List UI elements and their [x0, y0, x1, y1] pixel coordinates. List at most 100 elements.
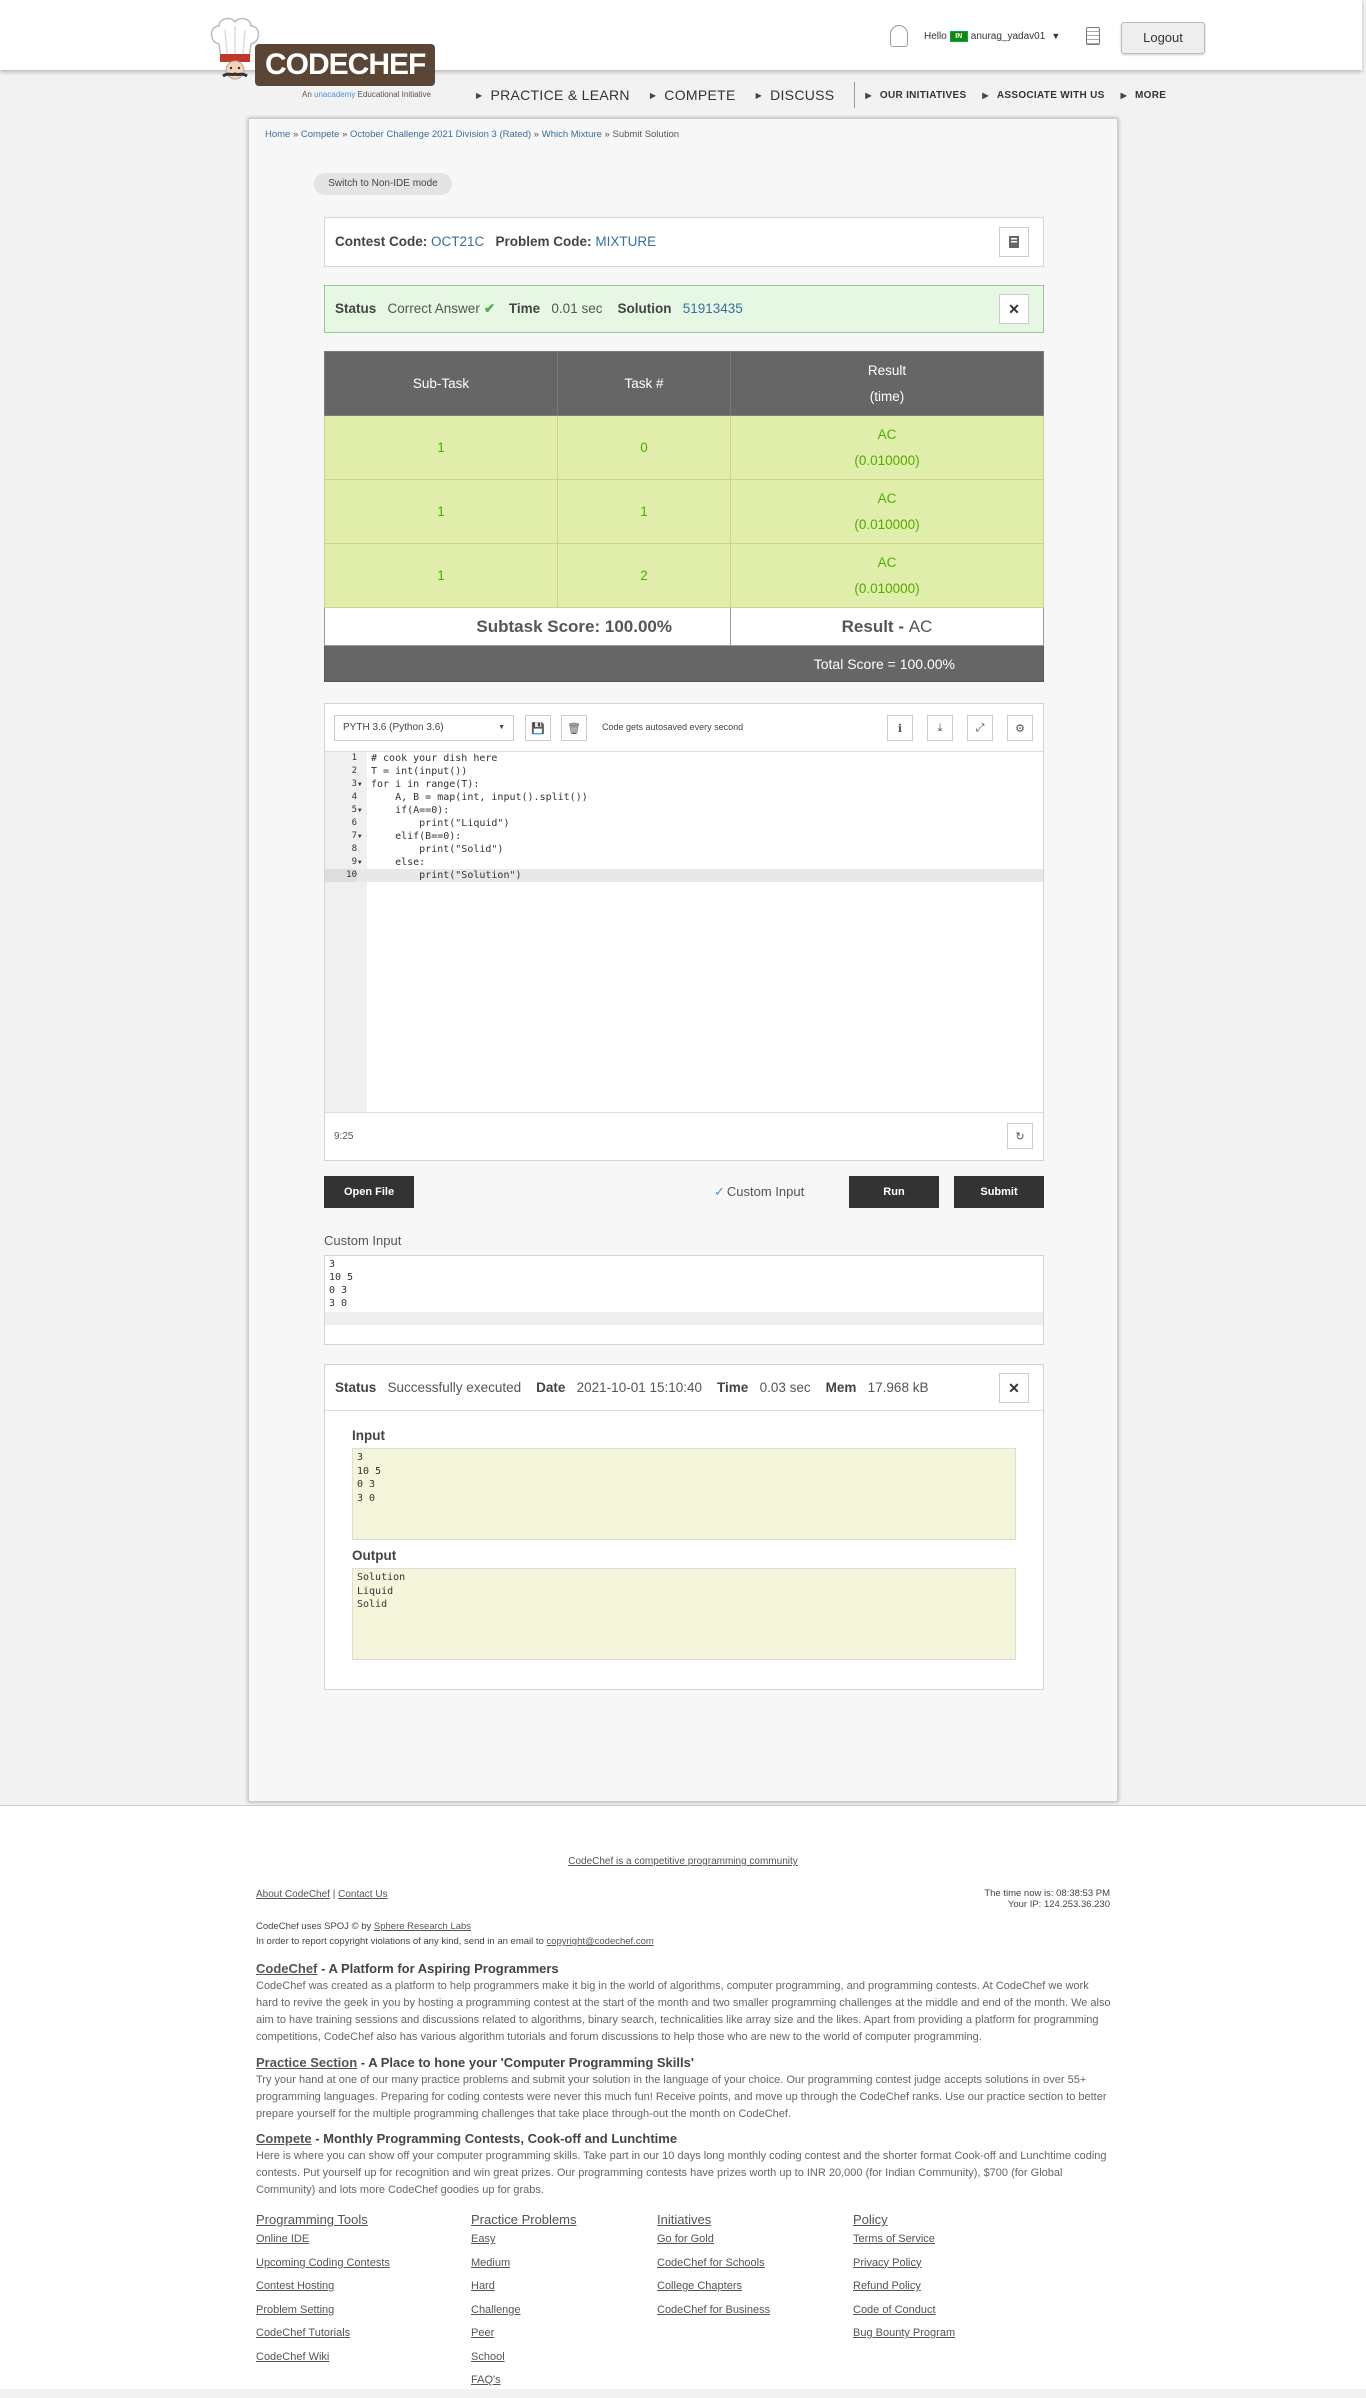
fold-arrow-icon[interactable]: ▼	[358, 804, 362, 817]
nav-more[interactable]: ▶ MORE	[1121, 90, 1167, 101]
code-line: 1 # cook your dish here	[351, 753, 498, 764]
switch-mode-button[interactable]: Switch to Non-IDE mode	[314, 173, 452, 195]
codechef-logo[interactable]: CODECHEF An unacademy Educational Initia…	[205, 14, 436, 100]
breadcrumb-home[interactable]: Home	[265, 129, 290, 140]
footer-link[interactable]: Online IDE	[256, 2233, 436, 2257]
footer-link[interactable]: Problem Setting	[256, 2304, 436, 2328]
about-link[interactable]: About CodeChef	[256, 1889, 330, 1900]
footer-link[interactable]: School	[471, 2351, 651, 2375]
logout-button[interactable]: Logout	[1121, 22, 1205, 54]
input-box: 3 10 5 0 3 3 0	[352, 1448, 1016, 1540]
site-header: CODECHEF An unacademy Educational Initia…	[0, 0, 1362, 99]
footer-link[interactable]: Go for Gold	[657, 2233, 837, 2257]
footer-link[interactable]: Code of Conduct	[853, 2304, 1033, 2328]
notification-icon[interactable]	[1086, 27, 1101, 45]
settings-button[interactable]: ⚙	[1007, 715, 1033, 741]
contest-code[interactable]: OCT21C	[431, 234, 484, 249]
table-header-row: Sub-Task Task # Result (time)	[324, 351, 1044, 416]
breadcrumb-problem[interactable]: Which Mixture	[542, 129, 602, 140]
cell-result: AC (0.010000)	[730, 479, 1044, 544]
submit-button[interactable]: Submit	[954, 1176, 1044, 1208]
fold-arrow-icon[interactable]: ▼	[358, 830, 362, 843]
section-title-link[interactable]: CodeChef	[256, 1961, 317, 1976]
copyright-email-link[interactable]: copyright@codechef.com	[546, 1936, 653, 1947]
language-select[interactable]: PYTH 3.6 (Python 3.6) ▼	[334, 715, 514, 741]
run-date-label: Date	[536, 1380, 566, 1395]
footer-link[interactable]: CodeChef for Business	[657, 2304, 837, 2328]
user-menu[interactable]: Hello IN anurag_yadav01 ▼	[890, 24, 1101, 48]
footer-link[interactable]: Refund Policy	[853, 2280, 1033, 2304]
nav-associate[interactable]: ▶ ASSOCIATE WITH US	[982, 90, 1104, 101]
cell-subtask: 1	[324, 415, 558, 480]
footer-link[interactable]: Upcoming Coding Contests	[256, 2257, 436, 2281]
section-title-link[interactable]: Practice Section	[256, 2055, 357, 2070]
footer-link[interactable]: Easy	[471, 2233, 651, 2257]
info-button[interactable]: ℹ	[887, 715, 913, 741]
open-file-button[interactable]: Open File	[324, 1176, 414, 1208]
close-status-button[interactable]: ✕	[999, 294, 1029, 324]
spoj-link[interactable]: Sphere Research Labs	[374, 1921, 471, 1932]
nav-practice[interactable]: ▶ PRACTICE & LEARN	[476, 87, 630, 103]
footer-link[interactable]: Terms of Service	[853, 2233, 1033, 2257]
run-status-label: Status	[335, 1380, 377, 1395]
nav-discuss[interactable]: ▶ DISCUSS	[756, 87, 835, 103]
fold-arrow-icon[interactable]: ▼	[358, 856, 362, 869]
user-avatar-icon	[890, 25, 908, 47]
section-title-link[interactable]: Compete	[256, 2131, 312, 2146]
custom-input-checkbox[interactable]: ✓ Custom Input	[714, 1184, 804, 1200]
footer-section-codechef: CodeChef - A Platform for Aspiring Progr…	[256, 1961, 1112, 2046]
fold-arrow-icon[interactable]: ▼	[358, 778, 362, 791]
chevron-down-icon[interactable]: ▼	[1051, 31, 1060, 41]
table-row: 1 0 AC (0.010000)	[324, 415, 1044, 480]
run-button[interactable]: Run	[849, 1176, 939, 1208]
save-code-button[interactable]: 💾	[525, 715, 551, 741]
close-icon: ✕	[1008, 301, 1020, 317]
close-run-result-button[interactable]: ✕	[999, 1373, 1029, 1403]
breadcrumb-contest[interactable]: October Challenge 2021 Division 3 (Rated…	[350, 129, 531, 140]
delete-code-button[interactable]: 🗑	[561, 715, 587, 741]
breadcrumb-compete[interactable]: Compete	[301, 129, 340, 140]
cell-result: AC (0.010000)	[730, 415, 1044, 480]
output-box: Solution Liquid Solid	[352, 1568, 1016, 1660]
reset-code-button[interactable]: ↻	[1007, 1123, 1033, 1149]
editor-toolbar: PYTH 3.6 (Python 3.6) ▼ 💾 🗑 Code gets aut…	[325, 704, 1043, 752]
run-mem-value: 17.968 kB	[867, 1380, 929, 1395]
footer-link[interactable]: CodeChef Wiki	[256, 2351, 436, 2375]
col-title: Programming Tools	[256, 2212, 368, 2227]
run-date-value: 2021-10-01 15:10:40	[576, 1380, 703, 1395]
total-score: Total Score = 100.00%	[324, 645, 1044, 682]
expand-icon: ⤢	[975, 721, 985, 734]
table-row: 1 1 AC (0.010000)	[324, 479, 1044, 544]
custom-input-textarea[interactable]: 3 10 5 0 3 3 0	[324, 1255, 1044, 1345]
problem-statement-button[interactable]	[999, 227, 1029, 257]
solution-id-link[interactable]: 51913435	[683, 301, 743, 316]
contact-link[interactable]: Contact Us	[338, 1889, 387, 1900]
fullscreen-button[interactable]: ⤢	[967, 715, 993, 741]
nav-compete[interactable]: ▶ COMPETE	[650, 87, 736, 103]
footer-link[interactable]: Bug Bounty Program	[853, 2327, 1033, 2351]
footer-link[interactable]: CodeChef Tutorials	[256, 2327, 436, 2351]
gear-icon: ⚙	[1015, 722, 1025, 735]
nav-initiatives[interactable]: ▶ OUR INITIATIVES	[865, 90, 966, 101]
col-subtask: Sub-Task	[324, 351, 558, 416]
footer-link[interactable]: College Chapters	[657, 2280, 837, 2304]
footer-link[interactable]: Hard	[471, 2280, 651, 2304]
footer-link[interactable]: Challenge	[471, 2304, 651, 2328]
footer-link[interactable]: Peer	[471, 2327, 651, 2351]
footer-link[interactable]: Contest Hosting	[256, 2280, 436, 2304]
download-button[interactable]: ⤓	[927, 715, 953, 741]
username[interactable]: anurag_yadav01	[971, 31, 1046, 42]
spoj-info: CodeChef uses SPOJ © by Sphere Research …	[256, 1921, 654, 1947]
code-textarea[interactable]: 1 # cook your dish here 2T = int(input())…	[325, 752, 1043, 1112]
cell-subtask: 1	[324, 543, 558, 608]
site-footer: CodeChef is a competitive programming co…	[0, 1805, 1366, 2389]
footer-link[interactable]: FAQ's	[471, 2374, 651, 2398]
footer-link[interactable]: CodeChef for Schools	[657, 2257, 837, 2281]
code-line: 2T = int(input())	[351, 766, 468, 777]
problem-code[interactable]: MIXTURE	[595, 234, 656, 249]
server-time: The time now is: 08:38:53 PM	[984, 1888, 1110, 1899]
footer-tagline-link[interactable]: CodeChef is a competitive programming co…	[568, 1856, 798, 1867]
footer-link[interactable]: Privacy Policy	[853, 2257, 1033, 2281]
triangle-right-icon: ▶	[1120, 90, 1128, 100]
footer-link[interactable]: Medium	[471, 2257, 651, 2281]
